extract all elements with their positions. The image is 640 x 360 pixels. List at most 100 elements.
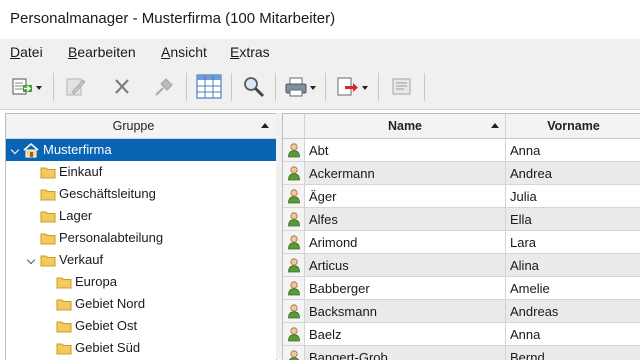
table-row[interactable]: Ackermann Andrea — [283, 162, 640, 185]
delete-button[interactable] — [111, 74, 135, 100]
tree-item-europa[interactable]: Europa — [6, 271, 276, 293]
vorname-text: Andreas — [510, 304, 559, 319]
name-cell[interactable]: Babberger — [305, 277, 506, 299]
row-icon-cell — [283, 139, 305, 161]
table-row[interactable]: Articus Alina — [283, 254, 640, 277]
row-icon-cell — [283, 277, 305, 299]
report-button[interactable] — [390, 74, 414, 100]
menu-ansicht[interactable]: Ansicht — [161, 44, 207, 60]
folder-icon — [56, 277, 72, 289]
pin-button[interactable] — [152, 74, 176, 100]
tree-item-musterfirma[interactable]: Musterfirma — [6, 139, 276, 161]
tree-item-gebiet-sued[interactable]: Gebiet Süd — [6, 337, 276, 359]
grid-header: Name Vorname — [283, 114, 640, 139]
tree-item-label: Geschäftsleitung — [59, 186, 156, 201]
menu-bearbeiten[interactable]: Bearbeiten — [68, 44, 136, 60]
export-button[interactable] — [336, 74, 370, 100]
vorname-cell[interactable]: Ella — [506, 208, 640, 230]
name-cell[interactable]: Baelz — [305, 323, 506, 345]
table-row[interactable]: Babberger Amelie — [283, 277, 640, 300]
name-cell[interactable]: Äger — [305, 185, 506, 207]
print-button[interactable] — [284, 74, 318, 100]
vorname-text: Anna — [510, 327, 541, 342]
search-button[interactable] — [242, 74, 266, 100]
vorname-cell[interactable]: Anna — [506, 139, 640, 161]
tree-item-geschaeftsleitung[interactable]: Geschäftsleitung — [6, 183, 276, 205]
edit-button[interactable] — [64, 74, 88, 100]
window-title: Personalmanager - Musterfirma (100 Mitar… — [10, 10, 336, 27]
folder-icon — [40, 255, 56, 267]
tree-item-label: Personalabteilung — [59, 230, 164, 245]
tree-item-gebiet-ost[interactable]: Gebiet Ost — [6, 315, 276, 337]
tree-item-label: Gebiet Nord — [75, 296, 146, 311]
vorname-cell[interactable]: Julia — [506, 185, 640, 207]
table-row[interactable]: Baelz Anna — [283, 323, 640, 346]
name-header-label: Name — [387, 119, 423, 133]
table-row[interactable]: Arimond Lara — [283, 231, 640, 254]
name-text: Arimond — [309, 235, 358, 250]
name-text: Babberger — [309, 281, 370, 296]
folder-icon — [40, 189, 56, 201]
vorname-column-header[interactable]: Vorname — [506, 114, 640, 138]
icon-column-header[interactable] — [283, 114, 305, 138]
name-column-header[interactable]: Name — [305, 114, 506, 138]
export-dropdown-icon — [362, 86, 368, 90]
home-icon — [23, 143, 39, 158]
vorname-text: Andrea — [510, 166, 552, 181]
name-cell[interactable]: Abt — [305, 139, 506, 161]
vorname-cell[interactable]: Amelie — [506, 277, 640, 299]
person-icon — [288, 281, 300, 296]
table-row[interactable]: Bangert-Grob Bernd — [283, 346, 640, 360]
name-text: Backsmann — [309, 304, 377, 319]
table-row[interactable]: Alfes Ella — [283, 208, 640, 231]
grid-view-button[interactable] — [196, 74, 222, 100]
title-bar: Personalmanager - Musterfirma (100 Mitar… — [0, 0, 640, 39]
vorname-cell[interactable]: Alina — [506, 254, 640, 276]
name-cell[interactable]: Ackermann — [305, 162, 506, 184]
toolbar — [0, 66, 640, 110]
tree-item-label: Gebiet Süd — [75, 340, 141, 355]
name-cell[interactable]: Bangert-Grob — [305, 346, 506, 360]
row-icon-cell — [283, 254, 305, 276]
table-row[interactable]: Backsmann Andreas — [283, 300, 640, 323]
name-cell[interactable]: Arimond — [305, 231, 506, 253]
name-cell[interactable]: Alfes — [305, 208, 506, 230]
name-cell[interactable]: Backsmann — [305, 300, 506, 322]
pin-icon — [155, 78, 173, 96]
tree-item-lager[interactable]: Lager — [6, 205, 276, 227]
tree-item-gebiet-nord[interactable]: Gebiet Nord — [6, 293, 276, 315]
name-text: Äger — [309, 189, 337, 204]
tree-item-label: Einkauf — [59, 164, 103, 179]
print-dropdown-icon — [310, 86, 316, 90]
search-icon — [244, 77, 265, 98]
expand-chevron-icon[interactable] — [26, 255, 36, 265]
new-record-button[interactable] — [10, 74, 44, 100]
name-text: Baelz — [309, 327, 342, 342]
menu-datei[interactable]: Datei — [10, 44, 43, 60]
row-icon-cell — [283, 208, 305, 230]
toolbar-separator — [231, 73, 232, 101]
tree-item-personalabteilung[interactable]: Personalabteilung — [6, 227, 276, 249]
menu-bar: Datei Bearbeiten Ansicht Extras — [0, 39, 640, 66]
name-cell[interactable]: Articus — [305, 254, 506, 276]
menu-extras[interactable]: Extras — [230, 44, 270, 60]
tree-item-einkauf[interactable]: Einkauf — [6, 161, 276, 183]
vorname-cell[interactable]: Bernd — [506, 346, 640, 360]
table-row[interactable]: Äger Julia — [283, 185, 640, 208]
vorname-cell[interactable]: Lara — [506, 231, 640, 253]
edit-icon — [66, 78, 86, 96]
vorname-cell[interactable]: Andrea — [506, 162, 640, 184]
person-icon — [288, 327, 300, 342]
vorname-text: Amelie — [510, 281, 550, 296]
new-record-icon — [12, 78, 32, 95]
vorname-cell[interactable]: Anna — [506, 323, 640, 345]
folder-icon — [40, 233, 56, 245]
vorname-cell[interactable]: Andreas — [506, 300, 640, 322]
group-column-header[interactable]: Gruppe — [6, 114, 276, 139]
tree-item-verkauf[interactable]: Verkauf — [6, 249, 276, 271]
expand-chevron-icon[interactable] — [10, 145, 20, 155]
table-row[interactable]: Abt Anna — [283, 139, 640, 162]
new-record-dropdown-icon — [36, 86, 42, 90]
person-icon — [288, 350, 300, 360]
tree-item-label: Lager — [59, 208, 93, 223]
